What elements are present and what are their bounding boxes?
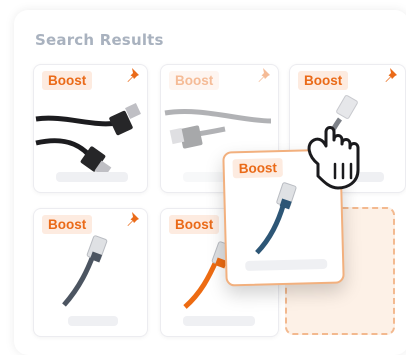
placeholder-bar bbox=[183, 316, 255, 326]
placeholder-bar bbox=[245, 258, 328, 272]
pushpin-icon[interactable] bbox=[123, 65, 145, 87]
hdmi-cable-image bbox=[35, 103, 141, 178]
result-card[interactable]: Boost bbox=[33, 208, 148, 337]
pushpin-icon[interactable] bbox=[381, 65, 403, 87]
pushpin-icon[interactable] bbox=[254, 65, 276, 87]
hand-grab-icon bbox=[307, 126, 360, 190]
placeholder-bar bbox=[56, 172, 128, 182]
ethernet-cable-image bbox=[62, 235, 108, 307]
panel-title: Search Results bbox=[35, 31, 164, 49]
result-card[interactable]: Boost bbox=[33, 64, 148, 193]
pushpin-icon[interactable] bbox=[123, 209, 145, 231]
placeholder-bar bbox=[68, 316, 118, 326]
boost-badge: Boost bbox=[232, 158, 284, 179]
